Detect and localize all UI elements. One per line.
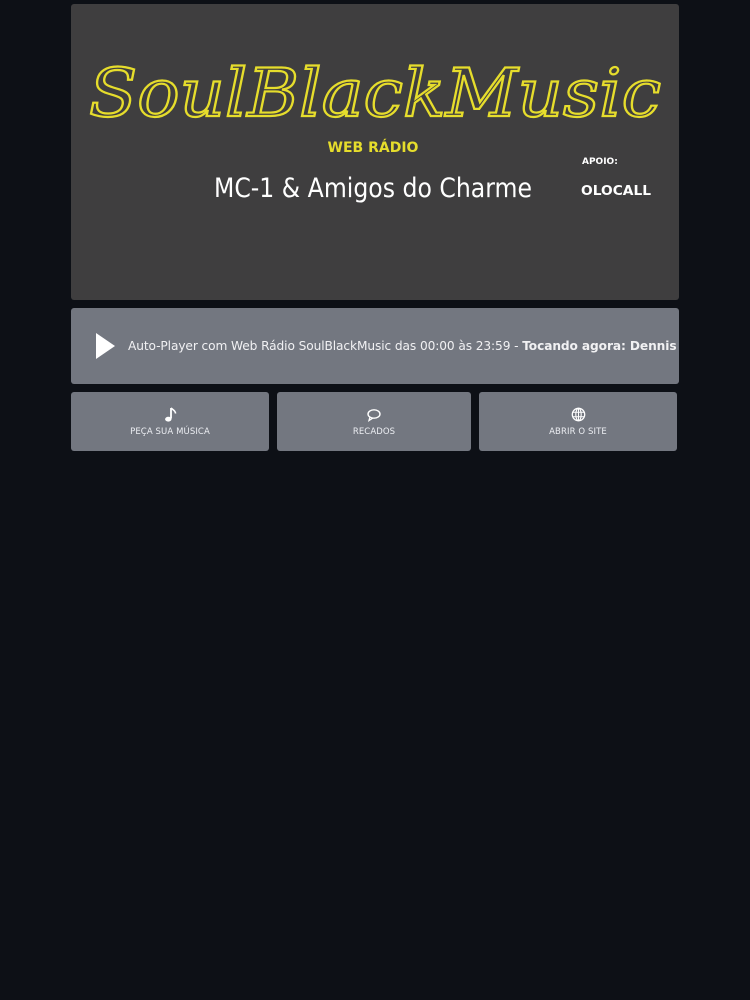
messages-button[interactable]: RECADOS bbox=[277, 392, 471, 451]
station-banner: SoulBlackMusic WEB RÁDIO MC-1 & Amigos d… bbox=[71, 4, 679, 300]
globe-icon bbox=[571, 407, 586, 423]
program-title: MC-1 & Amigos do Charme bbox=[214, 173, 532, 204]
open-site-button[interactable]: ABRIR O SITE bbox=[479, 392, 677, 451]
schedule-text: Auto-Player com Web Rádio SoulBlackMusic… bbox=[128, 339, 523, 353]
music-note-icon bbox=[163, 406, 177, 423]
now-playing-ticker: Auto-Player com Web Rádio SoulBlackMusic… bbox=[128, 339, 679, 353]
radio-player-app: SoulBlackMusic WEB RÁDIO MC-1 & Amigos d… bbox=[0, 0, 750, 1000]
play-icon bbox=[96, 333, 115, 359]
open-site-label: ABRIR O SITE bbox=[549, 426, 607, 437]
request-song-button[interactable]: PEÇA SUA MÚSICA bbox=[71, 392, 269, 451]
sponsor-logo: OLOCALL bbox=[581, 184, 651, 199]
request-song-label: PEÇA SUA MÚSICA bbox=[130, 426, 210, 437]
chat-bubble-icon bbox=[366, 407, 382, 423]
messages-label: RECADOS bbox=[352, 426, 396, 437]
play-button[interactable] bbox=[91, 330, 119, 362]
now-playing-text: Tocando agora: Dennis Taylor Over &. bbox=[522, 339, 679, 353]
station-subtitle: WEB RÁDIO bbox=[328, 139, 419, 156]
station-logo-text: SoulBlackMusic bbox=[89, 55, 661, 132]
support-label: APOIO: bbox=[582, 157, 618, 167]
audio-player-bar: Auto-Player com Web Rádio SoulBlackMusic… bbox=[71, 308, 679, 384]
